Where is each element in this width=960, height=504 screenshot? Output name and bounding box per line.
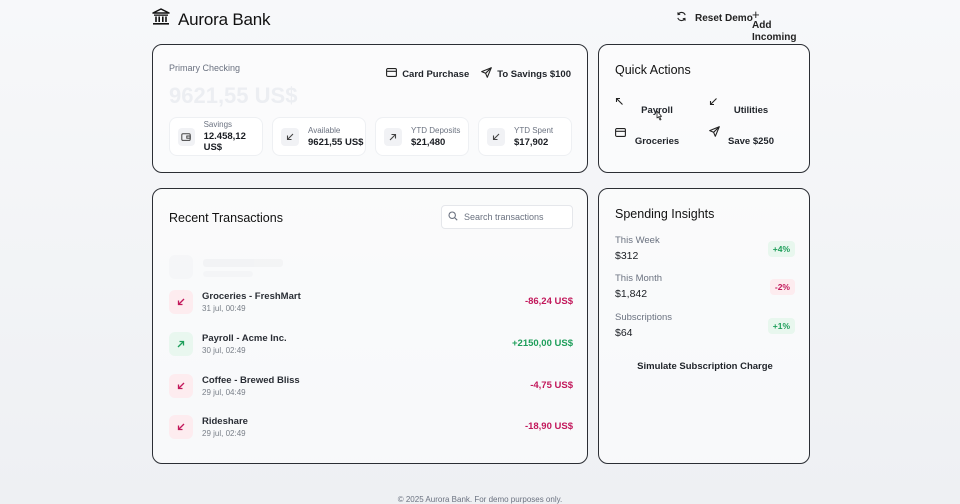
add-incoming-label: Add Incoming <box>752 20 797 43</box>
trend-badge: +1% <box>767 318 795 334</box>
search-input[interactable] <box>464 212 564 222</box>
stat-value: $17,902 <box>514 136 549 148</box>
transaction-name: Coffee - Brewed Bliss <box>202 375 300 386</box>
to-savings-button[interactable]: To Savings $100 <box>481 67 571 81</box>
transaction-row[interactable]: Coffee - Brewed Bliss 29 jul, 04:49 -4,7… <box>169 374 573 408</box>
transaction-name: Rideshare <box>202 416 248 427</box>
spending-insights-card: Spending Insights This Week $312 +4% Thi… <box>598 188 810 464</box>
arrow-up-right-icon <box>169 332 193 356</box>
quick-actions-title: Quick Actions <box>615 63 691 77</box>
insight-row-month: This Month $1,842 -2% <box>615 273 795 303</box>
transaction-date: 29 jul, 02:49 <box>202 429 246 438</box>
insight-value: $1,842 <box>615 288 648 300</box>
brand-title: Aurora Bank <box>178 9 271 29</box>
groceries-action-label: Groceries <box>634 136 680 147</box>
quick-actions-grid: Payroll Utilities Groceries Save $250 <box>613 93 797 153</box>
insight-label: This Month <box>615 273 662 284</box>
transaction-row[interactable]: Groceries - FreshMart 31 jul, 00:49 -86,… <box>169 290 573 324</box>
transaction-row[interactable]: Rideshare 29 jul, 02:49 -18,90 US$ <box>169 415 573 449</box>
stat-ytd-spent: YTD Spent $17,902 <box>478 117 572 156</box>
transaction-date: 29 jul, 04:49 <box>202 388 246 397</box>
quick-actions-card: Quick Actions Payroll Utilities Grocerie… <box>598 44 810 173</box>
transaction-amount: -18,90 US$ <box>524 421 573 432</box>
search-box[interactable] <box>441 205 573 229</box>
utilities-action-button[interactable]: Utilities <box>707 93 799 121</box>
stat-label: Available <box>308 125 341 135</box>
stat-available: Available 9621,55 US$ <box>272 117 366 156</box>
transaction-amount: -4,75 US$ <box>530 380 573 391</box>
stat-label: YTD Deposits <box>411 125 461 135</box>
mouse-pointer-icon <box>654 110 664 128</box>
transaction-date: 30 jul, 02:49 <box>202 346 246 355</box>
recent-transactions-card: Recent Transactions Groceries - FreshMar… <box>152 188 588 464</box>
arrow-down-left-icon <box>169 415 193 439</box>
groceries-action-button[interactable]: Groceries <box>613 124 705 152</box>
card-purchase-label: Card Purchase <box>402 68 470 80</box>
stat-savings: Savings 12.458,12 US$ <box>169 117 263 156</box>
bank-icon <box>152 8 170 31</box>
account-stats: Savings 12.458,12 US$ Available 9621,55 US… <box>169 117 572 156</box>
wallet-icon <box>178 127 195 146</box>
arrow-down-left-icon <box>169 290 193 314</box>
stat-value: 12.458,12 US$ <box>203 131 246 153</box>
arrow-down-left-icon <box>169 374 193 398</box>
transaction-row[interactable]: Payroll - Acme Inc. 30 jul, 02:49 +2150,… <box>169 332 573 366</box>
send-icon <box>481 67 493 81</box>
arrow-down-left-icon <box>281 127 299 146</box>
simulate-subscription-button[interactable]: Simulate Subscription Charge <box>599 361 811 372</box>
save-250-action-button[interactable]: Save $250 <box>707 124 799 152</box>
arrow-up-right-icon <box>384 127 402 146</box>
add-incoming-button[interactable]: + Add Incoming <box>752 7 812 44</box>
stat-value: 9621,55 US$ <box>308 136 364 148</box>
search-icon <box>448 208 458 226</box>
insight-row-subscriptions: Subscriptions $64 +1% <box>615 312 795 342</box>
account-actions: Card Purchase To Savings $100 <box>386 67 571 81</box>
stat-value: $21,480 <box>411 136 446 148</box>
reset-demo-label: Reset Demo <box>695 12 753 24</box>
stat-ytd-deposits: YTD Deposits $21,480 <box>375 117 469 156</box>
trend-badge: +4% <box>767 241 795 257</box>
credit-card-icon <box>386 68 398 80</box>
insight-row-week: This Week $312 +4% <box>615 235 795 265</box>
spending-insights-title: Spending Insights <box>615 207 715 221</box>
refresh-icon <box>676 11 687 25</box>
app-header: Aurora Bank Reset Demo + Add Incoming <box>152 6 812 43</box>
transaction-date: 31 jul, 00:49 <box>202 304 246 313</box>
utilities-action-label: Utilities <box>733 105 769 116</box>
transaction-name: Payroll - Acme Inc. <box>202 333 287 344</box>
account-balance: 9621,55 US$ <box>169 83 298 108</box>
arrow-down-left-icon <box>487 127 505 146</box>
transaction-amount: +2150,00 US$ <box>511 338 573 349</box>
to-savings-label: To Savings $100 <box>497 68 571 80</box>
checking-card: Primary Checking 9621,55 US$ Card Purcha… <box>152 44 588 173</box>
stat-label: Savings <box>203 120 233 129</box>
transaction-amount: -86,24 US$ <box>524 296 573 307</box>
footer-text: © 2025 Aurora Bank. For demo purposes on… <box>397 495 563 504</box>
stat-label: YTD Spent <box>514 125 554 135</box>
trend-badge: -2% <box>769 279 795 295</box>
recent-transactions-title: Recent Transactions <box>169 211 283 225</box>
brand: Aurora Bank <box>152 8 270 31</box>
loading-placeholder-row <box>169 251 573 285</box>
card-purchase-button[interactable]: Card Purchase <box>386 67 469 81</box>
transaction-name: Groceries - FreshMart <box>202 291 301 302</box>
save-250-action-label: Save $250 <box>728 136 774 147</box>
plus-icon: + <box>752 7 760 22</box>
reset-demo-button[interactable]: Reset Demo <box>676 11 753 25</box>
account-title: Primary Checking <box>169 63 241 73</box>
